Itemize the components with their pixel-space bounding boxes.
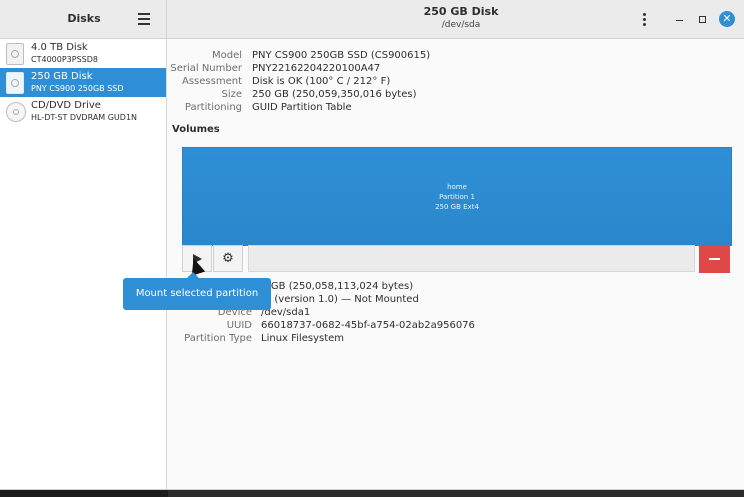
disk-sidebar: 4.0 TB Disk CT4000P3PSSD8 250 GB Disk PN… [0, 39, 167, 489]
hard-disk-icon [6, 72, 24, 94]
disks-window: Disks 250 GB Disk /dev/sda ✕ 4.0 TB Disk… [0, 0, 744, 490]
optical-disc-icon [6, 102, 26, 122]
partition-number: Partition 1 [439, 193, 475, 201]
header-bar: Disks 250 GB Disk /dev/sda ✕ [0, 0, 744, 39]
maximize-icon[interactable] [696, 11, 710, 27]
disk-model: CT4000P3PSSD8 [31, 55, 98, 64]
partition-size-fs: 250 GB Ext4 [435, 203, 479, 211]
partition-block[interactable]: home Partition 1 250 GB Ext4 [182, 147, 732, 246]
partition-label: home Partition 1 250 GB Ext4 [183, 182, 731, 212]
disk-name: 250 GB Disk [31, 71, 93, 82]
disk-name: CD/DVD Drive [31, 100, 101, 111]
serial-label: Serial Number [170, 63, 242, 74]
gear-icon: ⚙ [222, 251, 234, 266]
mount-tooltip: Mount selected partition [123, 272, 271, 310]
model-value: PNY CS900 250GB SSD (CS900615) [252, 50, 431, 61]
window-subtitle: /dev/sda [441, 20, 481, 30]
partitioning-value: GUID Partition Table [252, 102, 352, 113]
volume-toolbar: ⚙ [182, 245, 730, 273]
uuid-value: 66018737-0682-45bf-a754-02ab2a956076 [261, 320, 475, 331]
hamburger-menu-icon[interactable] [136, 10, 154, 28]
vertical-dots-icon[interactable] [638, 11, 652, 29]
partition-type-value: Linux Filesystem [261, 333, 345, 344]
disk-model: PNY CS900 250GB SSD [31, 84, 124, 93]
window-title: 250 GB Disk [423, 5, 499, 18]
partition-contents-value: xt4 (version 1.0) — Not Mounted [255, 294, 419, 305]
sidebar-item-250gb-disk[interactable]: 250 GB Disk PNY CS900 250GB SSD [0, 68, 166, 97]
model-label: Model [211, 50, 242, 61]
partition-type-label: Partition Type [184, 333, 252, 344]
disk-model: HL-DT-ST DVDRAM GUD1N [31, 113, 138, 122]
size-label: Size [221, 89, 242, 100]
sidebar-item-cd-dvd-drive[interactable]: CD/DVD Drive HL-DT-ST DVDRAM GUD1N [0, 97, 166, 126]
serial-value: PNY22162204220100A47 [252, 63, 381, 74]
window-title-block: 250 GB Disk /dev/sda [168, 5, 744, 31]
partition-options-button[interactable]: ⚙ [213, 245, 243, 272]
disk-name: 4.0 TB Disk [31, 42, 88, 53]
delete-partition-button[interactable] [699, 245, 730, 273]
header-divider [166, 0, 167, 38]
uuid-label: UUID [226, 320, 252, 331]
volumes-heading: Volumes [172, 124, 220, 135]
partition-size-value: 50 GB (250,058,113,024 bytes) [255, 281, 414, 292]
assessment-value: Disk is OK (100° C / 212° F) [252, 76, 391, 87]
sidebar-item-4tb-disk[interactable]: 4.0 TB Disk CT4000P3PSSD8 [0, 39, 166, 68]
hard-disk-icon [6, 43, 24, 65]
close-icon[interactable]: ✕ [719, 11, 735, 27]
toolbar-spacer [248, 245, 695, 272]
partitioning-label: Partitioning [184, 102, 242, 113]
assessment-label: Assessment [182, 76, 242, 87]
partition-name: home [447, 183, 467, 191]
size-value: 250 GB (250,059,350,016 bytes) [252, 89, 417, 100]
minimize-icon[interactable] [674, 11, 686, 27]
